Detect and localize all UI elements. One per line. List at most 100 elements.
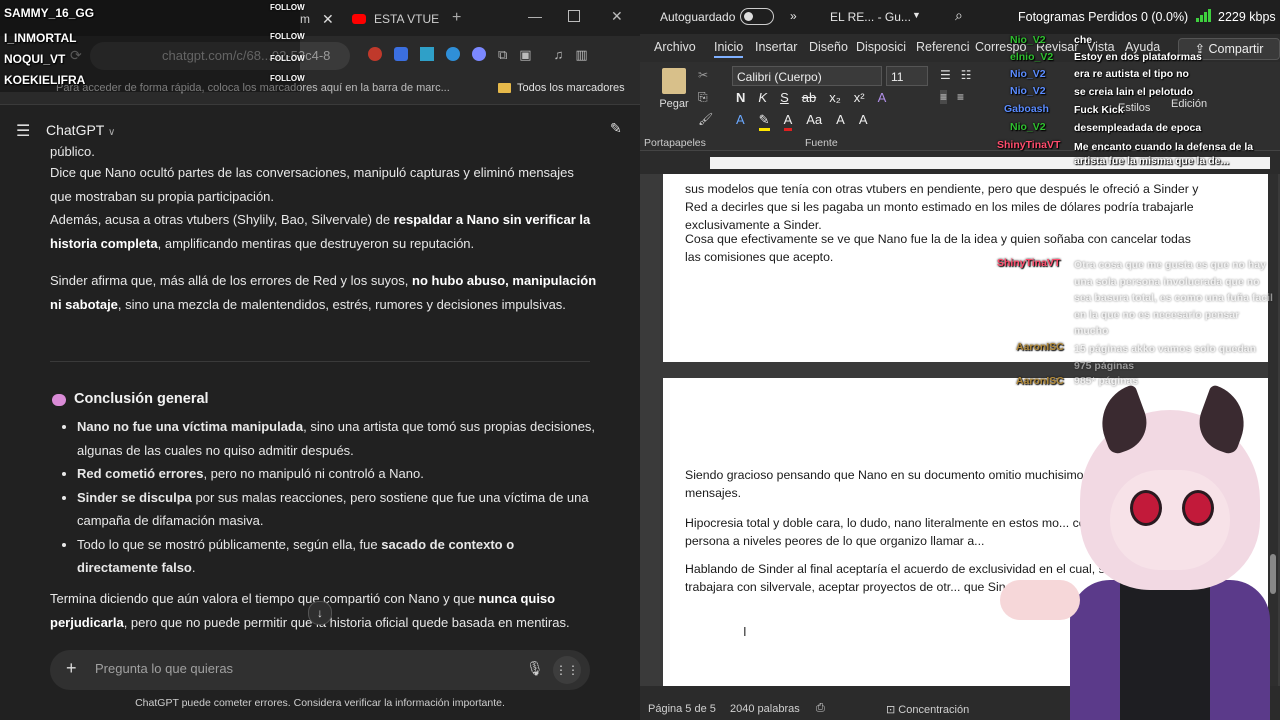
scroll-down-button[interactable]: ↓ [308,601,332,625]
chat-username: ShinyTinaVT [997,257,1061,269]
menu-icon[interactable]: ☰ [16,121,30,141]
chevron-down-icon[interactable]: ▼ [912,10,921,20]
subscript-button[interactable]: x₂ [829,90,841,105]
tab-search-icon[interactable]: ▣ [519,47,531,63]
stream-chat-overlay: Nio_V2 che elnio_V2 Estoy en dos platafo… [960,30,1280,400]
shrink-font-icon[interactable]: A [859,112,868,131]
viewer-name: SAMMY_16_GG [4,6,95,20]
chat-username: elnio_V2 [1010,51,1054,63]
italic-button[interactable]: K [758,90,767,105]
microphone-icon[interactable]: 🎙 [526,660,544,677]
extension-icon[interactable] [420,47,434,61]
search-icon[interactable]: ⌕ [955,7,963,24]
superscript-button[interactable]: x² [854,90,865,105]
font-size-select[interactable]: 11 [886,66,928,86]
clipboard-group-label: Portapapeles [644,137,706,149]
extensions-bar: ⧉ ▣ ♫ ▥ [368,47,588,63]
autosave-toggle[interactable] [740,8,774,25]
viewer-list-overlay: SAMMY_16_GG FOLLOW I_INMORTAL FOLLOW NOQ… [0,0,305,92]
prompt-input[interactable]: Pregunta lo que quieras [95,661,233,676]
chevron-down-icon: ∨ [108,127,116,138]
bullet-text: Todo lo que se mostró públicamente, segú… [77,536,382,552]
all-bookmarks-button[interactable]: Todos los marcadores [498,82,625,94]
bullets-icon[interactable]: ☰ [940,68,951,82]
model-selector[interactable]: ChatGPT ∨ [46,122,115,138]
chat-message: se creia lain el pelotudo [1074,86,1194,98]
tab-youtube[interactable]: ESTA VTUE [352,6,442,32]
grow-font-icon[interactable]: A [836,112,845,131]
font-format-row: N K S ab x₂ x² A [736,90,886,105]
paste-button[interactable]: Pegar [658,68,690,116]
highlight-icon[interactable]: ✎ [758,112,770,131]
bullet-text: . [191,560,196,575]
chat-message: Otra cosa que me gusta es que no hay una… [1074,259,1273,337]
copy-icon[interactable]: ⎘ [698,90,708,105]
bold-button[interactable]: N [736,90,745,105]
message-paragraph: público. [50,140,598,164]
signal-icon [1196,9,1211,22]
new-chat-icon[interactable]: ✎ [610,120,622,137]
section-heading-text: Conclusión general [74,391,209,407]
close-icon[interactable]: ✕ [322,11,334,28]
new-tab-icon[interactable]: + [452,9,461,27]
proofing-icon[interactable]: ⎙ [816,702,825,715]
paragraph-text: Sinder afirma que, más allá de los error… [50,273,413,288]
font-color-row: A ✎ A Aa A A [736,112,868,131]
paste-label: Pegar [659,98,689,110]
font-color-icon[interactable]: A [783,112,793,131]
prompt-composer[interactable]: + Pregunta lo que quieras 🎙 ⋮⋮ [50,650,590,690]
chat-conversation: público. Dice que Nano ocultó partes de … [0,140,640,660]
avatar-shirt [1120,570,1210,720]
vtuber-avatar [1000,383,1280,720]
format-painter-icon[interactable]: 🖌 [698,112,713,126]
window-close-icon[interactable]: ✕ [611,8,623,25]
paragraph-text: , amplificando mentiras que destruyeron … [157,235,475,251]
tab-disposicion[interactable]: Disposici [856,40,906,54]
extension-icon[interactable] [368,47,382,61]
tab-diseno[interactable]: Diseño [809,40,848,54]
page-count[interactable]: Página 5 de 5 [648,703,716,715]
strikethrough-button[interactable]: ab [802,90,816,105]
focus-icon: ⊡ [886,704,899,716]
puzzle-icon[interactable]: ⧉ [498,47,507,63]
message-paragraph: Sinder afirma que, más allá de los error… [50,269,598,316]
brain-icon [52,393,66,406]
minimize-icon[interactable]: — [528,8,542,24]
extension-icon[interactable] [446,47,460,61]
tab-archivo[interactable]: Archivo [654,40,696,54]
focus-mode[interactable]: ⊡ Concentración [886,703,969,716]
word-count[interactable]: 2040 palabras [730,703,800,715]
extension-icon[interactable] [472,47,486,61]
clipboard-icon [662,68,686,94]
document-title[interactable]: EL RE... - Gu... [830,10,911,24]
text-effects-icon[interactable]: A [736,112,745,131]
maximize-icon[interactable] [568,10,580,22]
align-left-icon[interactable]: ≡ [940,90,948,104]
bullet-bold: Red cometió errores [77,466,204,481]
chevron-more-icon[interactable]: » [790,9,797,23]
font-name-select[interactable]: Calibri (Cuerpo) [732,66,882,86]
plus-icon[interactable]: + [66,658,77,679]
chat-message: desempleadada de epoca [1074,122,1202,134]
chat-username: AaronISC [1016,341,1064,353]
list-item: Sinder se disculpa por sus malas reaccio… [77,486,597,533]
tab-inicio[interactable]: Inicio [714,40,744,58]
cut-icon[interactable]: ✂ [698,68,708,82]
tab-insertar[interactable]: Insertar [755,40,797,54]
bitrate-stat: 2229 kbps [1218,10,1276,24]
clear-format-icon[interactable]: A [878,90,887,105]
bullet-bold: Sinder se disculpa [77,489,192,505]
chat-username: Nio_V2 [1010,121,1046,133]
voice-mode-button[interactable]: ⋮⋮ [553,656,581,684]
follow-badge: FOLLOW [270,54,305,63]
change-case-icon[interactable]: Aa [806,112,822,131]
chat-username: ShinyTinaVT [997,139,1061,151]
avatar-face [1110,470,1230,570]
viewer-name: I_INMORTAL [4,31,77,45]
avatar-hand [1000,580,1080,620]
sidebar-icon[interactable]: ▥ [575,47,587,63]
media-icon[interactable]: ♫ [554,47,564,63]
underline-button[interactable]: S [780,90,789,105]
chat-username: Nio_V2 [1010,34,1046,46]
extension-icon[interactable] [394,47,408,61]
